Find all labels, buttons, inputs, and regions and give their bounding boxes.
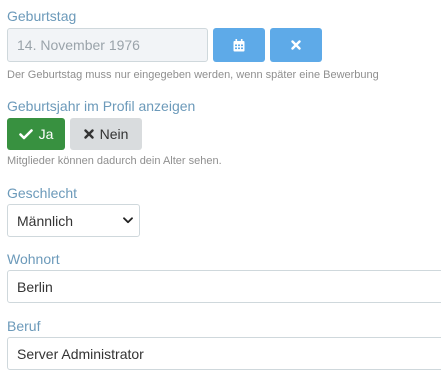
occupation-field[interactable]: Server Administrator [7,337,441,370]
calendar-icon [233,38,245,51]
occupation-value: Server Administrator [17,345,144,362]
close-icon [83,129,94,139]
yes-label: Ja [38,126,54,142]
gender-select[interactable]: Männlich [7,204,140,237]
clear-birthday-button[interactable] [270,28,322,62]
city-label: Wohnort [7,251,60,267]
birthyear-visibility-hint: Mitglieder können dadurch dein Alter seh… [7,155,222,167]
birthyear-visibility-label: Geburtsjahr im Profil anzeigen [7,98,196,114]
yes-button[interactable]: Ja [7,118,65,150]
no-label: Nein [99,126,129,142]
calendar-button[interactable] [213,28,265,62]
no-button[interactable]: Nein [70,118,142,150]
close-icon [291,40,301,50]
gender-label: Geschlecht [7,185,78,201]
birthday-field[interactable]: 14. November 1976 [7,28,208,62]
birthday-value: 14. November 1976 [17,37,140,53]
occupation-label: Beruf [7,318,41,334]
city-field[interactable]: Berlin [7,270,441,303]
check-icon [18,128,33,139]
gender-selected-value: Männlich [17,212,74,229]
birthday-label: Geburtstag [7,8,77,24]
city-value: Berlin [17,278,53,295]
chevron-down-icon [123,217,133,224]
birthday-hint: Der Geburtstag muss nur eingegeben werde… [7,69,379,81]
